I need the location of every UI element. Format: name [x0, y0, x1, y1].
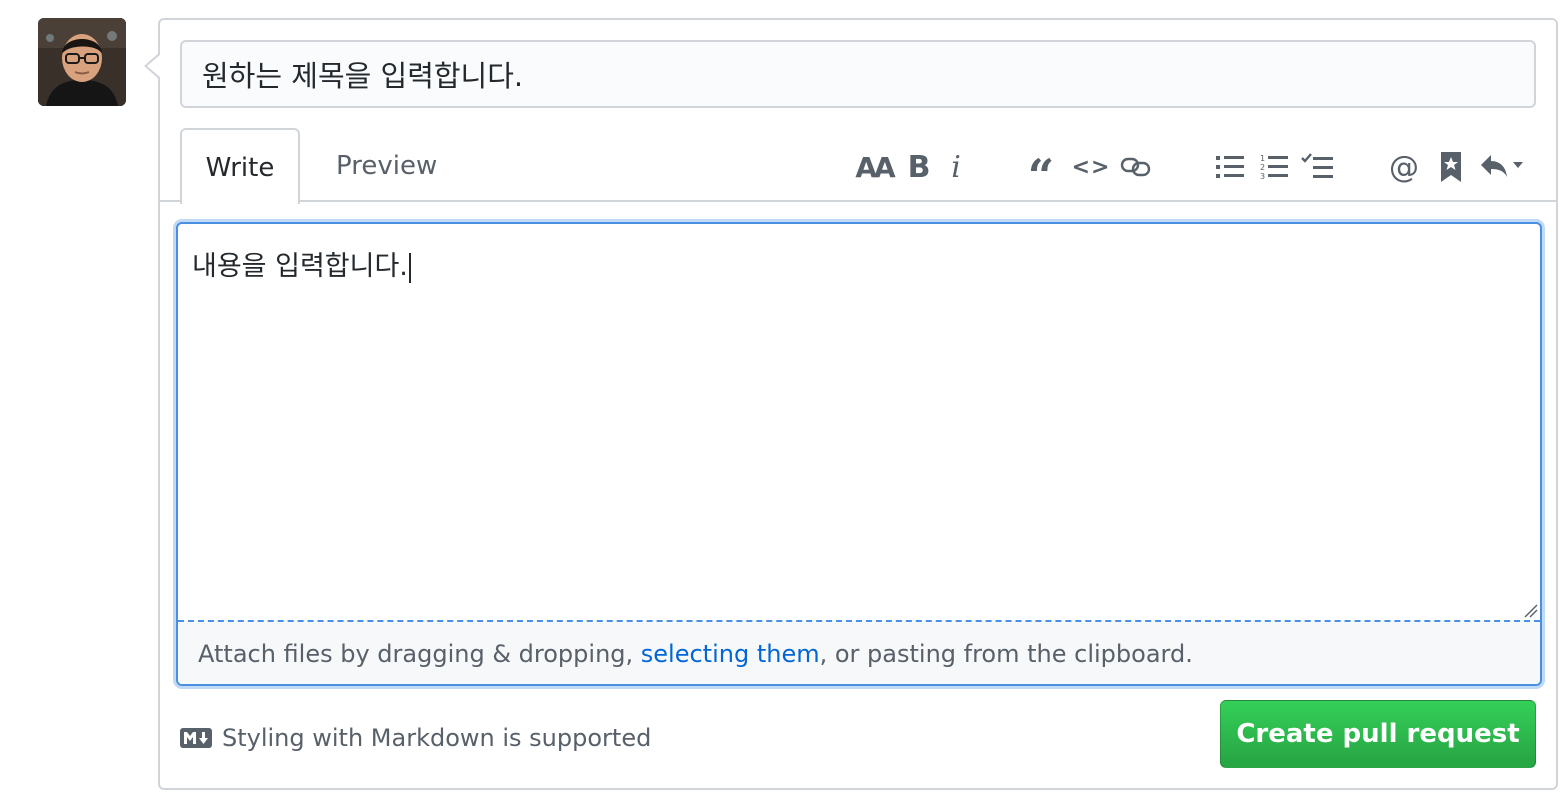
- ordered-list-icon: 1 2 3: [1260, 154, 1288, 181]
- body-editor[interactable]: 내용을 입력합니다. Attach files by dragging & dr…: [176, 222, 1542, 686]
- reference-button[interactable]: [1436, 138, 1466, 196]
- svg-text:2: 2: [1260, 163, 1265, 172]
- pull-request-composer: Write Preview AA B i “ <>: [144, 18, 1558, 790]
- avatar-photo-icon: [38, 18, 126, 106]
- body-textarea[interactable]: 내용을 입력합니다.: [192, 244, 411, 283]
- body-text: 내용을 입력합니다.: [192, 251, 408, 282]
- user-avatar[interactable]: [38, 18, 126, 106]
- dropzone-prefix: Attach files by dragging & dropping,: [198, 640, 641, 668]
- unordered-list-button[interactable]: [1214, 138, 1246, 196]
- resize-handle-icon[interactable]: [1522, 602, 1538, 618]
- bold-icon: B: [907, 149, 931, 185]
- tab-preview[interactable]: Preview: [312, 128, 461, 202]
- editor-tabbar: Write Preview AA B i “ <> 1 2 3 @: [160, 128, 1556, 204]
- quote-button[interactable]: “: [1024, 138, 1058, 203]
- task-list-button[interactable]: [1300, 138, 1334, 196]
- link-icon: [1120, 157, 1151, 177]
- code-button[interactable]: <>: [1071, 138, 1111, 196]
- reply-icon: [1481, 155, 1523, 177]
- dropzone-suffix: , or pasting from the clipboard.: [819, 640, 1193, 668]
- mention-button[interactable]: @: [1386, 138, 1422, 196]
- header-text-button[interactable]: AA: [854, 138, 895, 196]
- file-attach-dropzone[interactable]: Attach files by dragging & dropping, sel…: [178, 620, 1540, 684]
- svg-text:3: 3: [1260, 172, 1265, 181]
- code-icon: <>: [1071, 154, 1111, 180]
- task-list-icon: [1301, 153, 1333, 178]
- svg-text:1: 1: [1260, 154, 1265, 163]
- quote-icon: “: [1027, 149, 1055, 203]
- title-input[interactable]: [180, 40, 1536, 108]
- tab-write[interactable]: Write: [180, 128, 300, 204]
- markdown-support-note[interactable]: Styling with Markdown is supported: [180, 724, 651, 752]
- saved-replies-button[interactable]: [1478, 138, 1526, 196]
- ordered-list-button[interactable]: 1 2 3: [1258, 138, 1290, 196]
- bold-button[interactable]: B: [904, 138, 934, 196]
- header-text-icon: AA: [855, 150, 895, 184]
- link-button[interactable]: [1118, 138, 1154, 196]
- unordered-list-icon: [1216, 156, 1244, 178]
- speech-arrow-fill: [147, 54, 161, 78]
- markdown-note-text: Styling with Markdown is supported: [222, 724, 652, 752]
- select-files-link[interactable]: selecting them: [641, 640, 820, 668]
- bookmark-icon: [1441, 152, 1461, 182]
- mention-icon: @: [1389, 149, 1419, 185]
- italic-icon: i: [951, 149, 961, 185]
- create-pull-request-button[interactable]: Create pull request: [1220, 700, 1536, 768]
- markdown-icon: [180, 728, 212, 748]
- text-caret: [408, 252, 411, 283]
- italic-button[interactable]: i: [944, 138, 968, 196]
